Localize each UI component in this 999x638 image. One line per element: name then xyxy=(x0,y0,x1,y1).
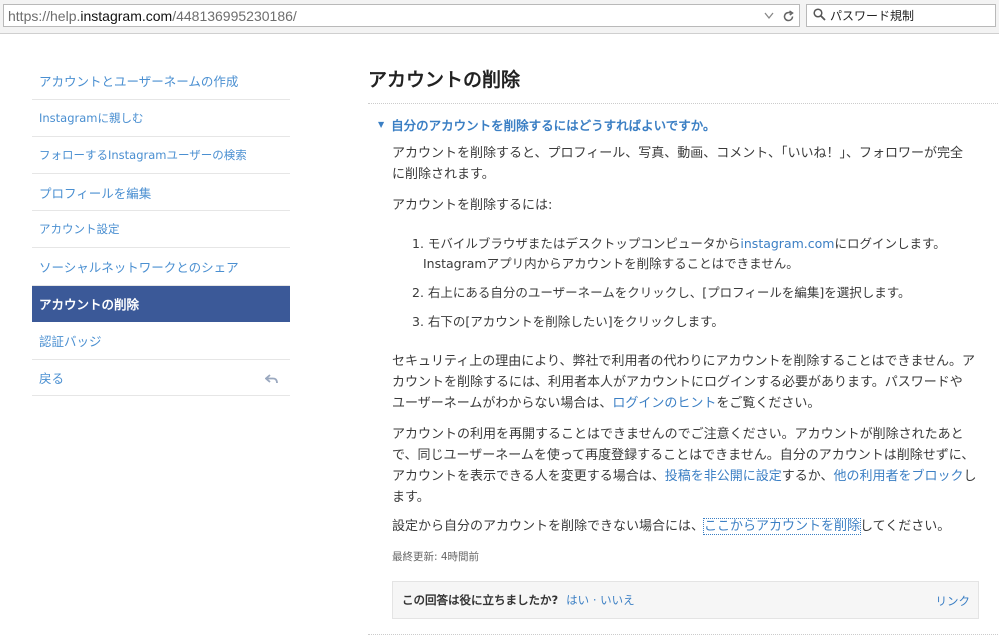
sidebar-item-getting-started[interactable]: Instagramに親しむ xyxy=(32,100,290,137)
sidebar-item-create-account[interactable]: アカウントとユーザーネームの作成 xyxy=(32,62,290,100)
login-tips-link[interactable]: ログインのヒント xyxy=(612,396,716,411)
back-arrow-icon xyxy=(264,372,278,387)
reload-icon[interactable] xyxy=(782,9,795,23)
last-updated: 最終更新: 4時間前 xyxy=(392,551,480,563)
search-icon xyxy=(807,6,830,25)
main-content: アカウントの削除 ▼ 自分のアカウントを削除するにはどうすればよいですか。 アカ… xyxy=(368,62,998,635)
sidebar-item-label: 戻る xyxy=(39,371,65,386)
dropdown-icon[interactable] xyxy=(764,12,774,20)
url-text[interactable]: https://help.instagram.com/4481369952301… xyxy=(4,8,297,24)
divider xyxy=(368,103,998,104)
sidebar-item-back[interactable]: 戻る xyxy=(32,360,290,396)
sidebar-item-label: フォローするInstagramユーザーの検索 xyxy=(39,148,247,162)
step-1: 1. モバイルブラウザまたはデスクトップコンピュータからinstagram.co… xyxy=(412,236,946,271)
intro-paragraph: アカウントを削除すると、プロフィール、写真、動画、コメント、「いいね！」、フォロ… xyxy=(392,146,963,182)
sidebar-item-verified-badges[interactable]: 認証バッジ xyxy=(32,322,290,360)
sidebar-item-label: アカウント設定 xyxy=(39,222,120,236)
sidebar-item-label: アカウントとユーザーネームの作成 xyxy=(39,74,239,89)
instagram-link[interactable]: instagram.com xyxy=(740,236,834,251)
sidebar-item-label: 認証バッジ xyxy=(39,334,102,349)
permalink-link[interactable]: リンク xyxy=(936,593,971,609)
faq-question-text: 自分のアカウントを削除するにはどうすればよいですか。 xyxy=(391,118,716,133)
sidebar-item-edit-profile[interactable]: プロフィールを編集 xyxy=(32,174,290,211)
delete-account-link[interactable]: ここからアカウントを削除 xyxy=(703,518,862,535)
sidebar-item-find-people[interactable]: フォローするInstagramユーザーの検索 xyxy=(32,137,290,174)
reactivate-paragraph: アカウントの利用を再開することはできませんのでご注意ください。アカウントが削除さ… xyxy=(392,427,977,505)
howto-text: アカウントを削除するには: xyxy=(392,198,553,213)
block-users-link[interactable]: 他の利用者をブロック xyxy=(834,469,964,484)
step-2: 2. 右上にある自分のユーザーネームをクリックし、[プロフィールを編集]を選択し… xyxy=(412,285,911,300)
sidebar-item-social-sharing[interactable]: ソーシャルネットワークとのシェア xyxy=(32,248,290,286)
sidebar-item-account-settings[interactable]: アカウント設定 xyxy=(32,211,290,248)
feedback-yes-no[interactable]: はい · いいえ xyxy=(566,592,634,608)
sidebar-item-label: アカウントの削除 xyxy=(39,297,140,312)
settings-paragraph: 設定から自分のアカウントを削除できない場合には、ここからアカウントを削除してくだ… xyxy=(392,518,951,535)
address-bar[interactable]: https://help.instagram.com/4481369952301… xyxy=(3,4,800,27)
feedback-question: この回答は役に立ちましたか? xyxy=(402,593,559,607)
browser-toolbar: https://help.instagram.com/4481369952301… xyxy=(0,0,999,34)
sidebar-item-label: ソーシャルネットワークとのシェア xyxy=(39,260,239,275)
sidebar-item-label: プロフィールを編集 xyxy=(39,185,152,201)
private-posts-link[interactable]: 投稿を非公開に設定 xyxy=(665,469,782,484)
search-input[interactable]: パスワード規制 xyxy=(830,7,914,24)
step-3: 3. 右下の[アカウントを削除したい]をクリックします。 xyxy=(412,314,724,329)
divider xyxy=(368,634,998,635)
sidebar-nav: アカウントとユーザーネームの作成 Instagramに親しむ フォローするIns… xyxy=(32,62,290,396)
search-box[interactable]: パスワード規制 xyxy=(806,4,996,27)
feedback-box: この回答は役に立ちましたか? はい · いいえ リンク xyxy=(392,581,979,619)
sidebar-item-label: Instagramに親しむ xyxy=(39,111,144,125)
expand-triangle-icon: ▼ xyxy=(378,120,385,129)
page-title: アカウントの削除 xyxy=(368,68,521,91)
security-paragraph: セキュリティ上の理由により、弊社で利用者の代わりにアカウントを削除することはでき… xyxy=(392,354,976,411)
faq-question[interactable]: ▼ 自分のアカウントを削除するにはどうすればよいですか。 xyxy=(378,115,716,134)
sidebar-item-delete-account[interactable]: アカウントの削除 xyxy=(32,286,290,322)
